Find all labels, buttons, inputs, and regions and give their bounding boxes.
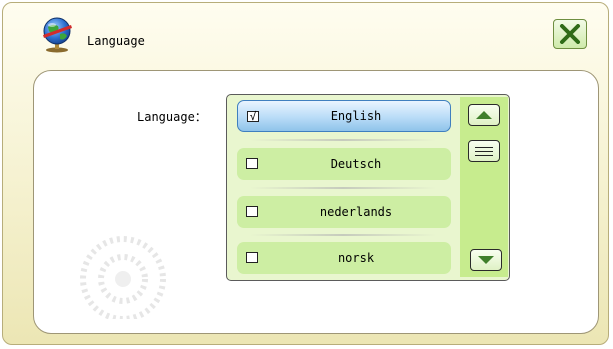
checkbox[interactable] bbox=[246, 252, 258, 263]
triangle-up-icon bbox=[476, 111, 492, 119]
grip-line bbox=[475, 147, 493, 148]
checkbox[interactable] bbox=[246, 206, 258, 217]
language-item-norsk[interactable]: norsk bbox=[237, 242, 451, 274]
triangle-down-icon bbox=[478, 256, 494, 264]
checkbox-checked[interactable]: √ bbox=[247, 111, 259, 122]
language-label: Language： bbox=[137, 110, 207, 124]
scroll-up-button[interactable] bbox=[468, 104, 500, 126]
divider bbox=[250, 234, 436, 236]
grip-line bbox=[475, 155, 493, 156]
language-item-label: nederlands bbox=[319, 205, 393, 219]
language-item-nederlands[interactable]: nederlands bbox=[237, 196, 451, 228]
close-x-icon bbox=[560, 24, 580, 44]
checkbox[interactable] bbox=[246, 158, 258, 169]
gear-watermark-icon bbox=[80, 236, 166, 319]
language-item-label: norsk bbox=[337, 251, 375, 265]
window-title: Language bbox=[87, 34, 145, 48]
close-button[interactable] bbox=[553, 19, 587, 49]
globe-icon bbox=[39, 15, 75, 53]
divider bbox=[250, 139, 436, 141]
grip-line bbox=[475, 151, 493, 152]
language-item-deutsch[interactable]: Deutsch bbox=[237, 148, 451, 180]
language-item-english[interactable]: √ English bbox=[237, 100, 451, 132]
language-item-label: Deutsch bbox=[330, 157, 382, 171]
scroll-thumb[interactable] bbox=[468, 140, 500, 162]
divider bbox=[250, 187, 436, 189]
scroll-down-button[interactable] bbox=[470, 249, 502, 271]
language-item-label: English bbox=[330, 109, 382, 123]
